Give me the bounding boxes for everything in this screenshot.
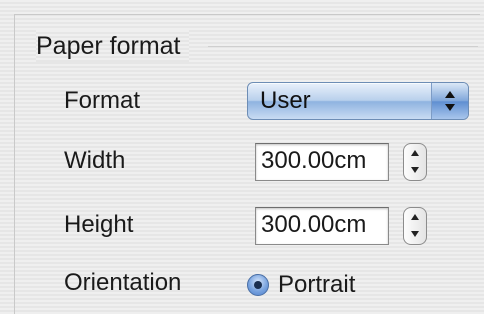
height-field[interactable]: 300.00cm <box>255 207 389 245</box>
width-step-down-button[interactable] <box>404 162 426 180</box>
arrow-down-icon <box>411 167 419 173</box>
section-title: Paper format <box>36 30 189 62</box>
format-label: Format <box>64 87 141 114</box>
width-stepper[interactable] <box>403 143 427 181</box>
arrow-up-icon <box>411 150 419 156</box>
height-stepper[interactable] <box>403 207 427 245</box>
section-separator <box>208 46 478 47</box>
orientation-label: Orientation <box>64 269 182 296</box>
height-step-down-button[interactable] <box>404 226 426 244</box>
width-step-up-button[interactable] <box>404 144 426 162</box>
radio-selected-dot <box>254 281 262 289</box>
width-field[interactable]: 300.00cm <box>255 143 389 181</box>
format-select[interactable]: User <box>247 82 469 120</box>
portrait-radio[interactable] <box>247 274 269 296</box>
height-step-up-button[interactable] <box>404 208 426 226</box>
arrow-up-icon <box>411 214 419 220</box>
portrait-radio-label[interactable]: Portrait <box>278 270 355 300</box>
chevron-updown-icon[interactable] <box>431 83 468 119</box>
format-select-value: User <box>260 87 311 114</box>
height-label: Height <box>64 211 134 238</box>
arrow-down-icon <box>411 231 419 237</box>
width-label: Width <box>64 147 126 174</box>
